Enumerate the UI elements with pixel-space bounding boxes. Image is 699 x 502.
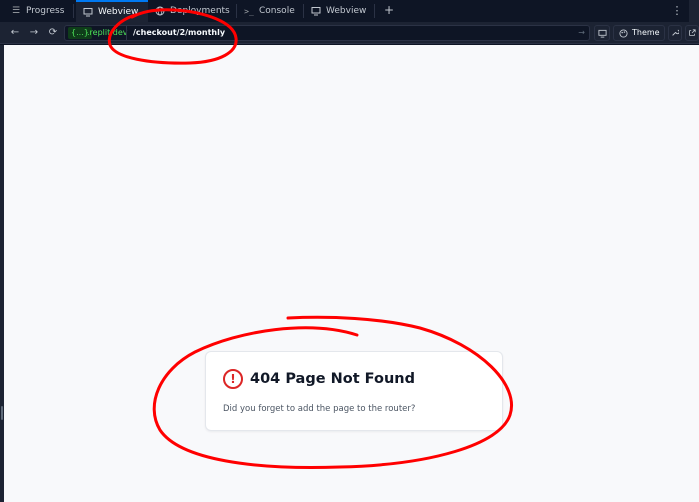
panel-edge (689, 0, 699, 22)
monitor-icon (597, 29, 607, 38)
tab-deployments[interactable]: Deployments (148, 0, 236, 22)
external-link-icon (689, 29, 696, 36)
url-path-input[interactable]: /checkout/2/monthly (126, 26, 588, 40)
tab-divider (374, 4, 375, 18)
reload-button[interactable]: ⟳ (46, 26, 60, 40)
new-tab-button[interactable]: + (382, 3, 396, 17)
palette-icon (619, 28, 628, 38)
monitor-icon (82, 6, 94, 18)
tab-label: Deployments (170, 6, 230, 16)
wrench-icon (672, 29, 680, 36)
back-button[interactable]: ← (8, 26, 22, 40)
error-card: ! 404 Page Not Found Did you forget to a… (205, 351, 503, 431)
tab-divider (73, 4, 74, 18)
wrench-button[interactable] (668, 25, 682, 41)
tab-label: Progress (26, 6, 65, 16)
tab-bar: ☰ Progress Webview Deployments >_ Consol… (0, 0, 699, 22)
webview-viewport: ! 404 Page Not Found Did you forget to a… (4, 45, 699, 502)
globe-icon (154, 5, 166, 17)
tab-label: Webview (98, 7, 139, 17)
url-field[interactable]: {...} .replit.dev /checkout/2/monthly → (64, 25, 590, 41)
theme-button[interactable]: Theme (613, 25, 665, 41)
more-options-icon[interactable]: ⋮ (671, 3, 683, 19)
go-arrow-icon[interactable]: → (578, 26, 585, 40)
progress-icon: ☰ (11, 6, 21, 16)
alert-circle-icon: ! (223, 369, 243, 389)
tab-webview-active[interactable]: Webview (76, 0, 148, 22)
address-bar: ← → ⟳ {...} .replit.dev /checkout/2/mont… (0, 22, 699, 44)
tab-progress[interactable]: ☰ Progress (4, 0, 72, 22)
error-title: 404 Page Not Found (250, 371, 415, 387)
monitor-icon (310, 5, 322, 17)
domain-text: .replit.dev (87, 28, 128, 37)
devtools-button[interactable] (594, 25, 610, 41)
tab-console[interactable]: >_ Console (237, 0, 303, 22)
theme-label: Theme (632, 28, 660, 37)
open-external-button[interactable] (685, 25, 699, 41)
terminal-icon: >_ (244, 6, 254, 16)
error-message: Did you forget to add the page to the ro… (223, 404, 416, 414)
forward-button[interactable]: → (27, 26, 41, 40)
tab-label: Console (259, 6, 295, 16)
resize-handle[interactable] (1, 406, 3, 420)
tab-webview[interactable]: Webview (304, 0, 374, 22)
tab-label: Webview (326, 6, 367, 16)
